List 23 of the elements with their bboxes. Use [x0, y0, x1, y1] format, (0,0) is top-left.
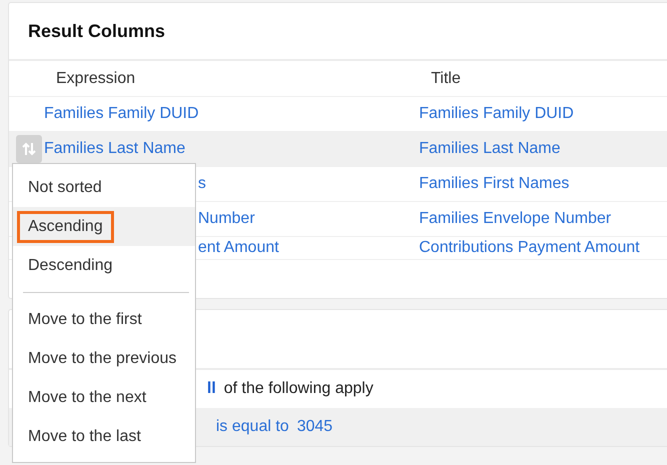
- title-link[interactable]: Families Last Name: [419, 140, 560, 158]
- value-link[interactable]: 3045: [296, 418, 333, 436]
- menu-item[interactable]: Not sorted: [13, 168, 195, 207]
- title-link[interactable]: Families First Names: [419, 175, 570, 193]
- expression-link[interactable]: Families Last Name: [44, 140, 186, 158]
- sort-arrows-icon[interactable]: [16, 135, 42, 163]
- match-selector[interactable]: ll: [207, 380, 216, 398]
- title-link[interactable]: Families Envelope Number: [419, 210, 612, 228]
- menu-item[interactable]: Ascending: [13, 207, 195, 246]
- table-row[interactable]: Families Last Name Families Last Name: [9, 132, 667, 167]
- match-text: of the following apply: [224, 380, 374, 398]
- expression-link[interactable]: ent Amount: [198, 239, 279, 257]
- operator-link[interactable]: is equal to: [216, 418, 289, 436]
- menu-item[interactable]: Move to the previous: [13, 339, 195, 378]
- panel-title: Result Columns: [28, 20, 166, 42]
- title-link[interactable]: Contributions Payment Amount: [419, 239, 640, 257]
- column-header: Expression: [55, 70, 136, 88]
- menu-item[interactable]: Move to the first: [13, 300, 195, 339]
- title-link[interactable]: Families Family DUID: [419, 105, 574, 123]
- expression-link[interactable]: Families Family DUID: [44, 105, 199, 123]
- column-header: Title: [430, 70, 462, 88]
- expression-link[interactable]: Number: [198, 210, 255, 228]
- expression-link[interactable]: s: [198, 175, 206, 193]
